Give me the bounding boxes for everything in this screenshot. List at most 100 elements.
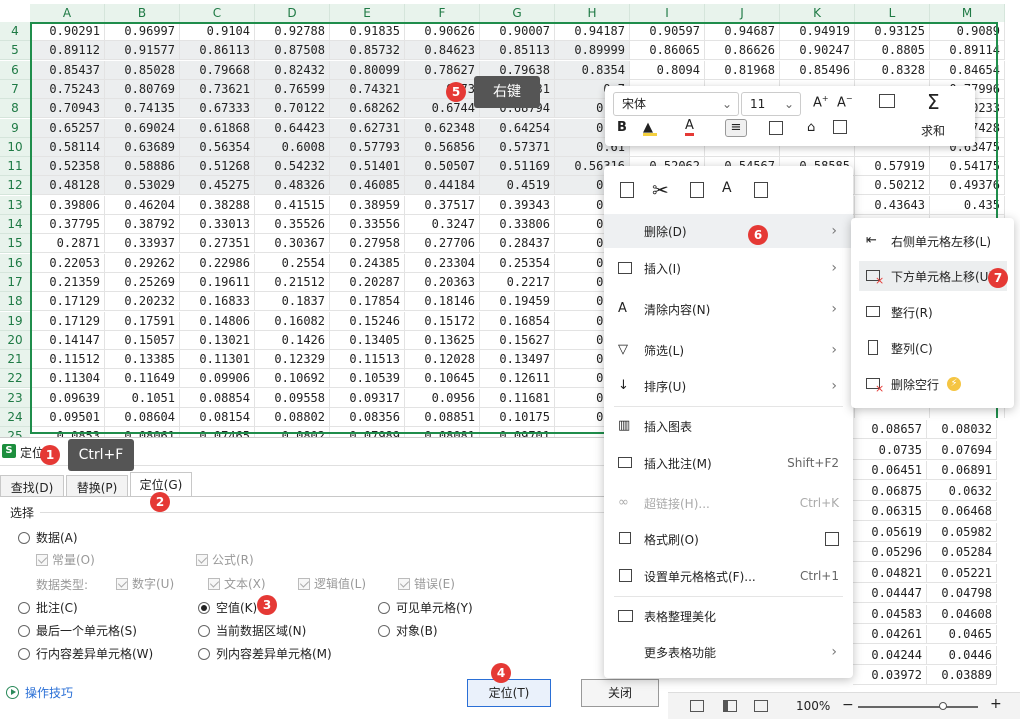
table-cell[interactable]: 0.94919 <box>780 22 855 41</box>
table-cell[interactable]: 0.33013 <box>180 215 255 234</box>
table-cell[interactable]: 0.80769 <box>105 79 180 99</box>
table-cell[interactable]: 0.79668 <box>180 60 255 80</box>
bold-icon[interactable]: B <box>617 120 627 135</box>
fill-color-icon[interactable]: ▲ <box>643 120 657 136</box>
menu-item-delete[interactable]: 删除(D) › <box>604 214 853 248</box>
table-cell[interactable]: 0.89114 <box>930 41 1005 61</box>
column-header[interactable]: I <box>630 4 705 22</box>
table-cell[interactable]: 0.51169 <box>480 157 555 177</box>
table-cell[interactable]: 0.16082 <box>255 311 330 331</box>
table-cell[interactable]: 0.57919 <box>855 157 930 177</box>
table-cell[interactable]: 0.0735 <box>853 440 927 460</box>
table-cell[interactable]: 0.64423 <box>255 118 330 138</box>
border-style-icon[interactable] <box>879 94 895 108</box>
table-cell[interactable]: 0.2871 <box>30 234 105 254</box>
table-cell[interactable]: 0.86065 <box>630 41 705 61</box>
table-cell[interactable]: 0.80099 <box>330 60 405 80</box>
table-cell[interactable]: 0.11681 <box>480 388 555 408</box>
radio-current-region[interactable]: 当前数据区域(N) <box>198 622 306 639</box>
table-cell[interactable]: 0.39343 <box>480 195 555 215</box>
table-cell[interactable]: 0.89112 <box>30 41 105 61</box>
table-cell[interactable]: 0.20232 <box>105 292 180 312</box>
column-header[interactable]: C <box>180 4 255 22</box>
table-cell[interactable]: 0.73 <box>405 79 480 99</box>
table-cell[interactable]: 0.86626 <box>705 41 780 61</box>
table-cell[interactable]: 0.84654 <box>930 60 1005 80</box>
table-cell[interactable]: 0.04261 <box>853 625 927 644</box>
row-header[interactable]: 12 <box>0 176 30 196</box>
column-header[interactable]: A <box>30 4 105 22</box>
table-cell[interactable]: 0.73621 <box>180 79 255 99</box>
column-header[interactable]: F <box>405 4 480 22</box>
radio-row-differences[interactable]: 行内容差异单元格(W) <box>18 645 153 662</box>
table-cell[interactable]: 0.14147 <box>30 330 105 350</box>
table-cell[interactable]: 0.25269 <box>105 272 180 292</box>
table-cell[interactable]: 0.08854 <box>180 388 255 408</box>
table-cell[interactable]: 0.70122 <box>255 99 330 119</box>
table-cell[interactable]: 0.0632 <box>927 481 997 501</box>
table-cell[interactable]: 0.62348 <box>405 118 480 138</box>
table-cell[interactable]: 0.85113 <box>480 41 555 61</box>
tab-replace[interactable]: 替换(P) <box>66 475 128 497</box>
table-cell[interactable]: 0.58886 <box>105 157 180 177</box>
table-cell[interactable]: 0.75243 <box>30 79 105 99</box>
table-cell[interactable]: 0.08356 <box>330 408 405 427</box>
submenu-entire-column[interactable]: 整列(C) <box>859 333 1007 363</box>
table-cell[interactable]: 0.06315 <box>853 502 927 521</box>
table-cell[interactable]: 0.68262 <box>330 99 405 119</box>
page-break-icon[interactable] <box>754 700 768 712</box>
row-header[interactable]: 13 <box>0 195 30 215</box>
table-cell[interactable]: 0.08657 <box>853 420 927 439</box>
table-cell[interactable]: 0.87508 <box>255 41 330 61</box>
row-header[interactable]: 24 <box>0 408 30 427</box>
table-cell[interactable]: 0.03889 <box>927 666 997 685</box>
table-cell[interactable]: 0.05619 <box>853 522 927 542</box>
radio-data[interactable]: 数据(A) <box>18 529 78 546</box>
table-cell[interactable]: 0.6744 <box>405 99 480 119</box>
menu-item-beautify[interactable]: 表格整理美化 <box>604 599 853 633</box>
table-cell[interactable]: 0.27351 <box>180 234 255 254</box>
table-cell[interactable]: 0.19611 <box>180 272 255 292</box>
table-cell[interactable]: 0.08851 <box>405 408 480 427</box>
submenu-delete-blank-rows[interactable]: × 删除空行 ⚡ <box>859 369 1007 399</box>
align-center-icon[interactable]: ≡ <box>725 119 747 137</box>
menu-item-sort[interactable]: ↓ 排序(U) › <box>604 369 853 403</box>
table-cell[interactable]: 0.06451 <box>853 461 927 480</box>
font-name-combo[interactable]: 宋体 ⌄ <box>613 92 739 116</box>
table-cell[interactable]: 0.10692 <box>255 369 330 389</box>
table-cell[interactable]: 0.10175 <box>480 408 555 427</box>
table-cell[interactable]: 0.45275 <box>180 176 255 196</box>
table-cell[interactable]: 0.74321 <box>330 79 405 99</box>
table-cell[interactable]: 0.28437 <box>480 234 555 254</box>
paste-special-icon[interactable] <box>754 182 768 198</box>
table-cell[interactable]: 0.07694 <box>927 440 997 460</box>
table-cell[interactable]: 0.06891 <box>927 461 997 480</box>
table-cell[interactable]: 0.13625 <box>405 330 480 350</box>
table-cell[interactable]: 0.09639 <box>30 388 105 408</box>
table-cell[interactable]: 0.90597 <box>630 22 705 41</box>
font-size-combo[interactable]: 11 ⌄ <box>741 92 801 116</box>
table-cell[interactable]: 0.09558 <box>255 388 330 408</box>
table-cell[interactable]: 0.03972 <box>853 666 927 685</box>
table-cell[interactable]: 0.65257 <box>30 118 105 138</box>
menu-item-hyperlink[interactable]: ∞ 超链接(H)... Ctrl+K <box>604 486 853 520</box>
table-cell[interactable]: 0.62731 <box>330 118 405 138</box>
table-cell[interactable]: 0.37517 <box>405 195 480 215</box>
locate-button[interactable]: 定位(T) <box>467 679 551 707</box>
table-cell[interactable]: 0.57371 <box>480 137 555 157</box>
decrease-font-icon[interactable]: A− <box>837 94 853 110</box>
table-cell[interactable]: 0.54175 <box>930 157 1005 177</box>
table-cell[interactable]: 0.38792 <box>105 215 180 234</box>
table-cell[interactable]: 0.41515 <box>255 195 330 215</box>
table-cell[interactable]: 0.58114 <box>30 137 105 157</box>
zoom-slider-thumb[interactable] <box>939 702 947 710</box>
table-cell[interactable]: 0.38288 <box>180 195 255 215</box>
table-cell[interactable]: 0.33556 <box>330 215 405 234</box>
table-cell[interactable]: 0.30367 <box>255 234 330 254</box>
cut-icon[interactable]: ✂ <box>652 178 669 202</box>
column-header[interactable]: D <box>255 4 330 22</box>
table-cell[interactable]: 0.91835 <box>330 22 405 41</box>
table-cell[interactable]: 0.06875 <box>853 481 927 501</box>
table-cell[interactable]: 0.85732 <box>330 41 405 61</box>
table-cell[interactable]: 0.43643 <box>855 195 930 215</box>
